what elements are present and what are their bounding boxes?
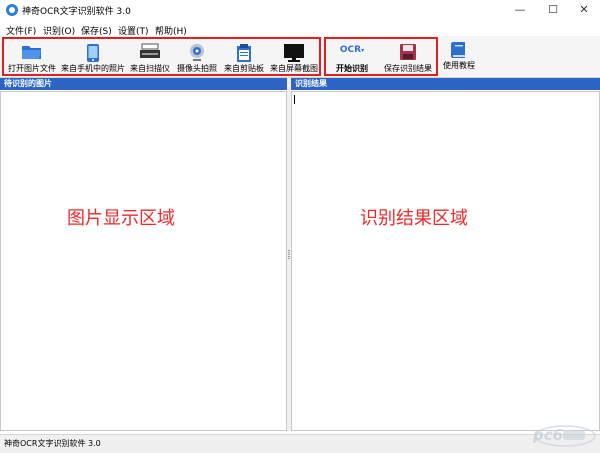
folder-open-icon <box>22 46 41 59</box>
splitter-grip[interactable] <box>288 250 290 260</box>
monitor-icon <box>284 44 304 62</box>
tutorial-label: 使用教程 <box>443 61 475 70</box>
from-phone-label: 来自手机中的照片 <box>61 64 125 73</box>
minimize-button[interactable]: — <box>504 0 536 20</box>
menu-bar: 文件(F) 识别(O) 保存(S) 设置(T) 帮助(H) <box>0 22 600 37</box>
left-panel-header: 待识别的图片 <box>0 78 287 90</box>
from-clipboard-label: 来自剪贴板 <box>224 64 264 73</box>
image-area-label: 图片显示区域 <box>67 208 175 229</box>
scanner-icon <box>140 43 160 58</box>
image-display-panel <box>0 91 287 431</box>
webcam-icon <box>190 44 204 61</box>
from-phone-button[interactable]: 来自手机中的照片 <box>61 39 125 77</box>
from-scanner-label: 来自扫描仪 <box>130 64 170 73</box>
start-ocr-label: 开始识别 <box>336 64 368 73</box>
right-panel-header: 识别结果 <box>291 78 600 90</box>
result-area-label: 识别结果区域 <box>360 208 468 229</box>
open-file-label: 打开图片文件 <box>8 64 56 73</box>
open-file-button[interactable]: 打开图片文件 <box>5 39 59 77</box>
save-result-button[interactable]: 保存识别结果 <box>380 39 436 77</box>
ocr-icon-text: OCR <box>339 45 362 55</box>
window-title: 神奇OCR文字识别软件 3.0 <box>22 7 131 17</box>
phone-icon <box>87 44 99 62</box>
save-result-label: 保存识别结果 <box>384 64 432 73</box>
input-source-group: 打开图片文件 来自手机中的照片 来自扫描仪 摄像头拍照 来自剪贴板 来自屏幕截图 <box>2 37 321 76</box>
book-icon <box>451 42 465 58</box>
tutorial-button[interactable]: 使用教程 <box>440 36 478 74</box>
ocr-actions-group: OCR▾ 开始识别 保存识别结果 <box>324 37 438 76</box>
camera-label: 摄像头拍照 <box>177 64 217 73</box>
start-ocr-button[interactable]: OCR▾ 开始识别 <box>328 39 376 77</box>
floppy-disk-icon <box>400 44 416 60</box>
ocr-icon: OCR▾ <box>339 45 365 55</box>
result-text-area[interactable] <box>291 91 600 431</box>
toolbar: 打开图片文件 来自手机中的照片 来自扫描仪 摄像头拍照 来自剪贴板 来自屏幕截图… <box>0 36 600 78</box>
title-bar: 神奇OCR文字识别软件 3.0 — ☐ ✕ <box>0 0 600 20</box>
clipboard-icon <box>237 44 251 62</box>
screenshot-label: 来自屏幕截图 <box>270 64 318 73</box>
screenshot-button[interactable]: 来自屏幕截图 <box>268 39 320 77</box>
app-icon <box>6 4 18 16</box>
text-caret <box>294 95 295 104</box>
status-text: 神奇OCR文字识别软件 3.0 <box>4 439 101 448</box>
from-scanner-button[interactable]: 来自扫描仪 <box>128 39 172 77</box>
from-clipboard-button[interactable]: 来自剪贴板 <box>222 39 266 77</box>
camera-button[interactable]: 摄像头拍照 <box>174 39 220 77</box>
maximize-button[interactable]: ☐ <box>537 0 569 20</box>
site-watermark-logo: pc6 <box>519 416 597 450</box>
svg-text:pc6: pc6 <box>532 426 563 444</box>
status-bar: 神奇OCR文字识别软件 3.0 <box>0 434 600 453</box>
close-button[interactable]: ✕ <box>568 0 600 20</box>
